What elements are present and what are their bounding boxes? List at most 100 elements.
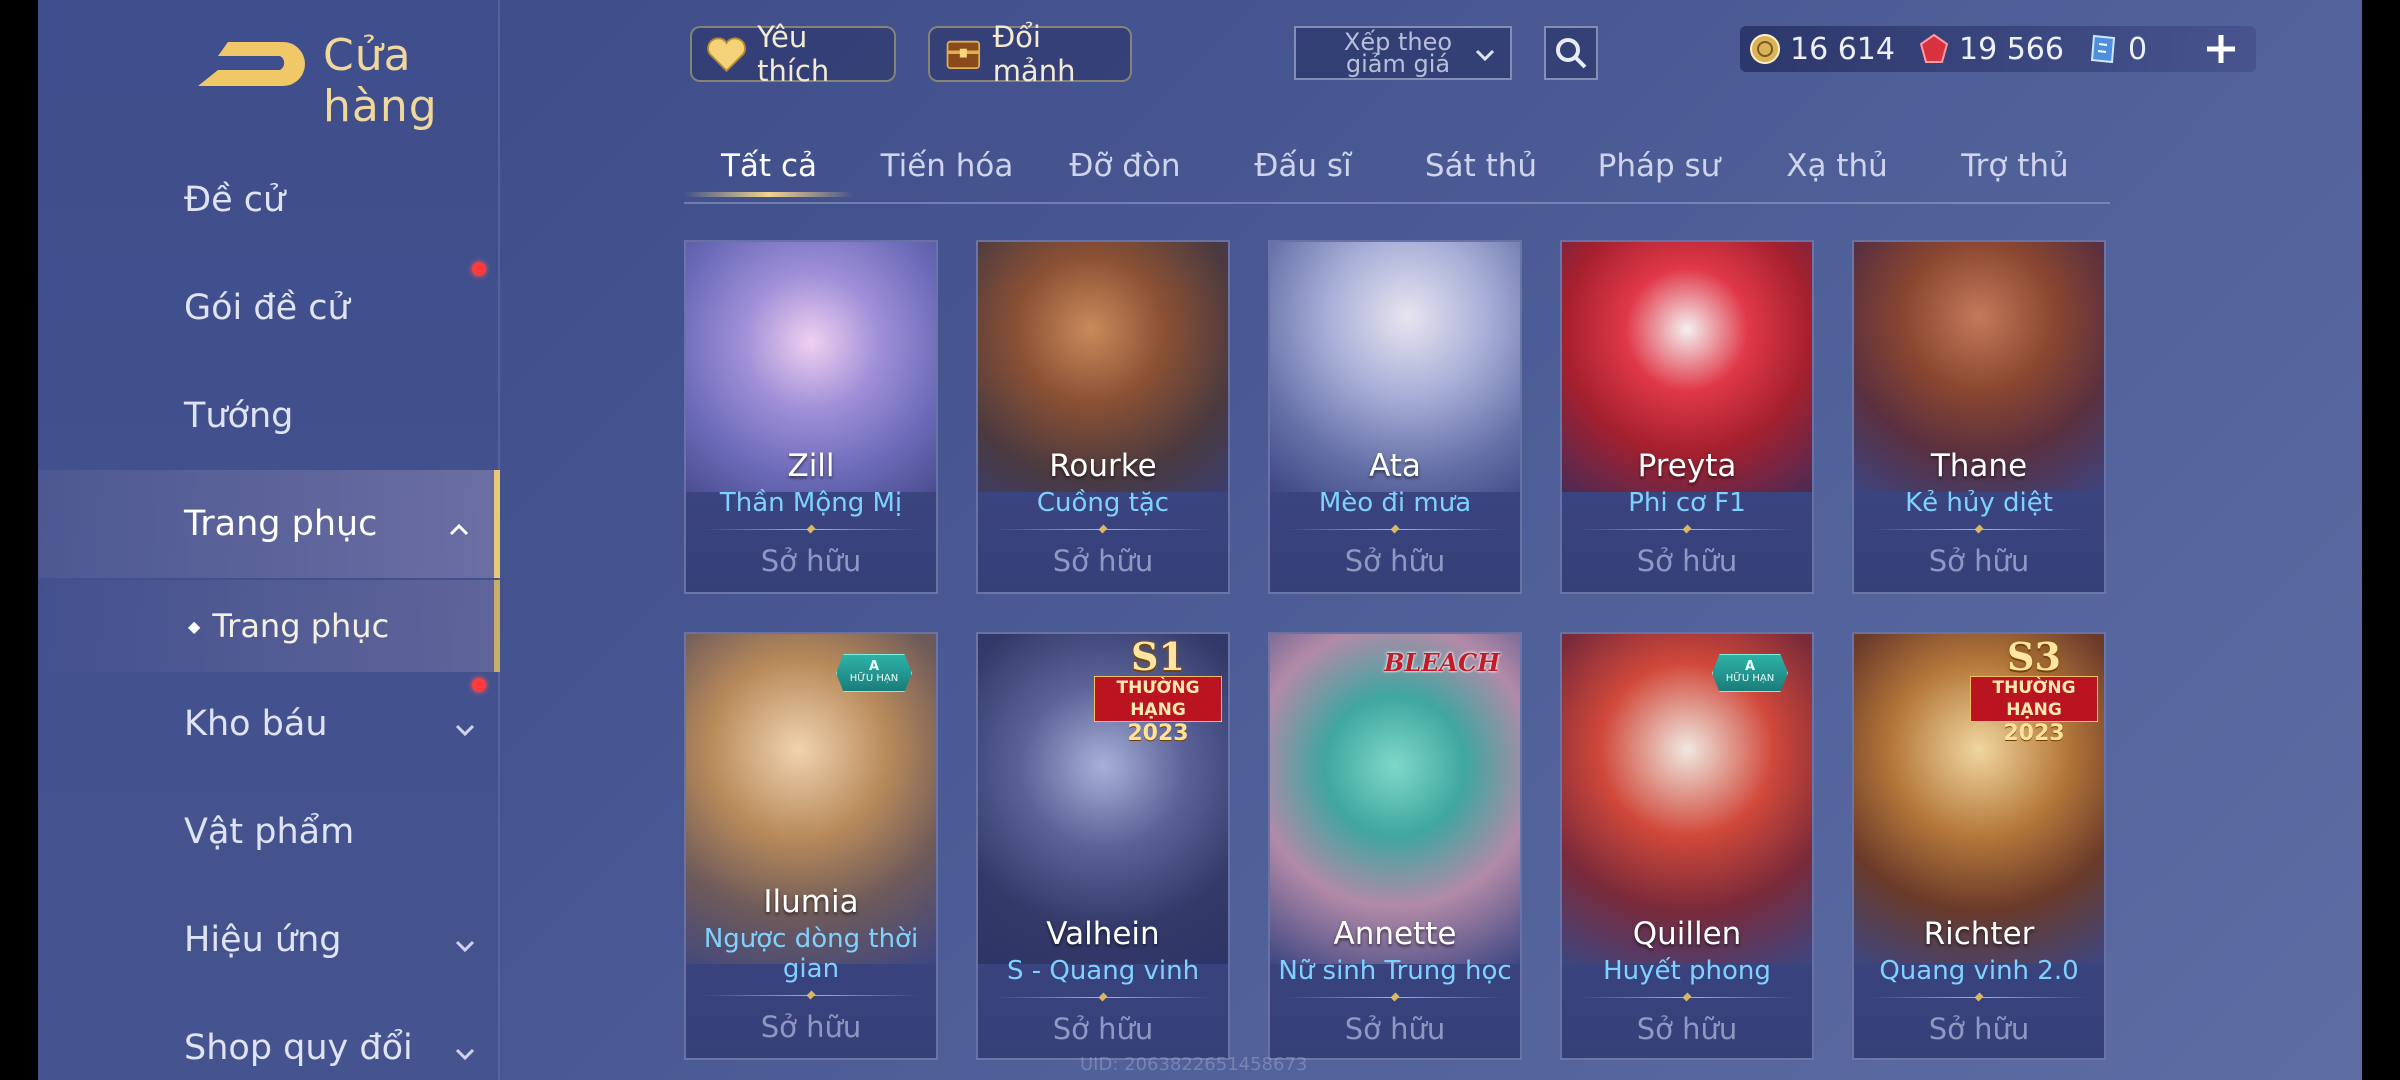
sort-dropdown[interactable]: Xếp theo giảm giá (1294, 26, 1512, 80)
skin-name: Quang vinh 2.0 (1879, 956, 2079, 986)
search-icon (1556, 38, 1587, 69)
sidebar-subitem-skins[interactable]: ◆ Trang phục (38, 580, 500, 672)
chest-icon (946, 40, 981, 69)
sidebar-item-exchange-shop[interactable]: Shop quy đổi (38, 994, 500, 1080)
currency-bar: 16 614 19 566 0 (1740, 26, 2256, 72)
skin-card-rourke[interactable]: Rourke Cuồng tặc Sở hữu (976, 240, 1230, 594)
sidebar-item-items[interactable]: Vật phẩm (38, 778, 500, 886)
card-info: Ilumia Ngược dòng thời gian Sở hữu (686, 884, 936, 1044)
chevron-down-icon (454, 926, 476, 953)
card-info: Valhein S - Quang vinh Sở hữu (978, 916, 1228, 1046)
skin-name: Cuồng tặc (1036, 488, 1170, 518)
notification-dot (472, 262, 486, 276)
tab-fighter[interactable]: Đấu sĩ (1218, 148, 1388, 184)
sidebar-item-recommended[interactable]: Đề cử (38, 146, 500, 254)
sidebar-item-label: Shop quy đổi (184, 1028, 413, 1068)
sidebar-item-treasure[interactable]: Kho báu (38, 670, 500, 778)
voucher-icon (2090, 34, 2116, 64)
hero-name: Ilumia (763, 884, 859, 920)
divider (1577, 992, 1797, 1004)
owned-status: Sở hữu (760, 544, 862, 578)
shop-screen: Cửa hàng Đề cử Gói đề cử Tướng Trang phụ… (0, 0, 2400, 1080)
tab-label: Đỡ đòn (1069, 148, 1181, 184)
hero-name: Preyta (1637, 448, 1737, 484)
favorites-button[interactable]: Yêu thích (690, 20, 896, 88)
hero-name: Thane (1930, 448, 2028, 484)
tab-label: Tất cả (721, 148, 817, 184)
gold-currency: 16 614 (1748, 32, 1895, 67)
divider (1869, 992, 2089, 1004)
skin-card-thane[interactable]: Thane Kẻ hủy diệt Sở hữu (1852, 240, 2106, 594)
hero-name: Valhein (1046, 916, 1160, 952)
skin-card-ata[interactable]: Ata Mèo đi mưa Sở hữu (1268, 240, 1522, 594)
divider (1285, 992, 1505, 1004)
sort-label: Xếp theo giảm giá (1343, 28, 1453, 78)
owned-status: Sở hữu (760, 1010, 862, 1044)
skin-card-richter[interactable]: S3 THƯỜNG HẠNG 2023 Richter Quang vinh 2… (1852, 632, 2106, 1060)
sidebar-item-label: Tướng (184, 396, 294, 436)
card-info: Richter Quang vinh 2.0 Sở hữu (1854, 916, 2104, 1046)
owned-status: Sở hữu (1636, 544, 1738, 578)
card-info: Rourke Cuồng tặc Sở hữu (978, 448, 1228, 578)
sidebar-item-label: Gói đề cử (184, 288, 350, 328)
owned-status: Sở hữu (1052, 544, 1154, 578)
exchange-fragments-button[interactable]: Đổi mảnh (928, 20, 1132, 88)
sidebar-subitem-label: Trang phục (212, 607, 390, 645)
page-title: Cửa hàng (323, 30, 438, 132)
voucher-amount: 0 (2127, 31, 2148, 67)
skin-card-preyta[interactable]: Preyta Phi cơ F1 Sở hữu (1560, 240, 1814, 594)
tab-label: Sát thủ (1424, 148, 1538, 184)
skin-name: Phi cơ F1 (1628, 488, 1746, 518)
chevron-down-icon (454, 1034, 476, 1061)
divider (993, 524, 1213, 536)
sidebar-item-label: Kho báu (184, 704, 328, 744)
plus-icon (2207, 35, 2235, 63)
back-button[interactable] (188, 30, 318, 90)
hero-name: Rourke (1049, 448, 1157, 484)
skin-name: Ngược dòng thời gian (703, 924, 919, 984)
add-currency-button[interactable] (2198, 26, 2244, 72)
sidebar-item-heroes[interactable]: Tướng (38, 362, 500, 470)
sidebar-item-bundles[interactable]: Gói đề cử (38, 254, 500, 362)
owned-status: Sở hữu (1052, 1012, 1154, 1046)
screen-edge-right (2362, 0, 2400, 1080)
divider (1577, 524, 1797, 536)
skin-card-ilumia[interactable]: A HỮU HẠN Ilumia Ngược dòng thời gian Sở … (684, 632, 938, 1060)
tab-assassin[interactable]: Sát thủ (1396, 148, 1566, 184)
sidebar-item-skins[interactable]: Trang phục (38, 470, 500, 578)
tab-tank[interactable]: Đỡ đòn (1040, 148, 1210, 184)
owned-status: Sở hữu (1928, 544, 2030, 578)
season-rank-badge: S3 THƯỜNG HẠNG 2023 (1964, 638, 2104, 746)
tab-mage[interactable]: Pháp sư (1574, 148, 1744, 184)
gem-amount: 19 566 (1958, 31, 2064, 67)
skin-name: Mèo đi mưa (1318, 488, 1472, 518)
card-info: Preyta Phi cơ F1 Sở hữu (1562, 448, 1812, 578)
skin-card-valhein[interactable]: S1 THƯỜNG HẠNG 2023 Valhein S - Quang vi… (976, 632, 1230, 1060)
favorites-label: Yêu thích (757, 20, 830, 88)
divider (993, 992, 1213, 1004)
owned-status: Sở hữu (1636, 1012, 1738, 1046)
gem-currency: 19 566 (1917, 32, 2064, 67)
search-button[interactable] (1544, 26, 1598, 80)
limited-badge: A HỮU HẠN (1712, 654, 1788, 692)
divider (1869, 524, 2089, 536)
sidebar-item-effects[interactable]: Hiệu ứng (38, 886, 500, 994)
tab-marksman[interactable]: Xạ thủ (1752, 148, 1922, 184)
skin-card-quillen[interactable]: A HỮU HẠN Quillen Huyết phong Sở hữu (1560, 632, 1814, 1060)
tab-evolution[interactable]: Tiến hóa (862, 148, 1032, 184)
notification-dot (472, 678, 486, 692)
tab-all[interactable]: Tất cả (684, 148, 854, 197)
skin-card-annette[interactable]: BLEACH Annette Nữ sinh Trung học Sở hữu (1268, 632, 1522, 1060)
owned-status: Sở hữu (1344, 544, 1446, 578)
tab-support[interactable]: Trợ thủ (1930, 148, 2100, 184)
skin-name: Thần Mộng Mị (719, 488, 903, 518)
tab-label: Đấu sĩ (1254, 148, 1352, 184)
sidebar-item-label: Đề cử (184, 180, 286, 220)
bullet-icon: ◆ (188, 616, 201, 636)
sidebar-item-label: Hiệu ứng (184, 920, 342, 960)
sidebar-item-label: Trang phục (184, 504, 378, 544)
chevron-up-icon (448, 510, 470, 536)
season-rank-badge: S1 THƯỜNG HẠNG 2023 (1088, 638, 1228, 746)
user-id-watermark: UID: 2063822651458673 (1080, 1054, 1308, 1075)
skin-card-zill[interactable]: Zill Thần Mộng Mị Sở hữu (684, 240, 938, 594)
